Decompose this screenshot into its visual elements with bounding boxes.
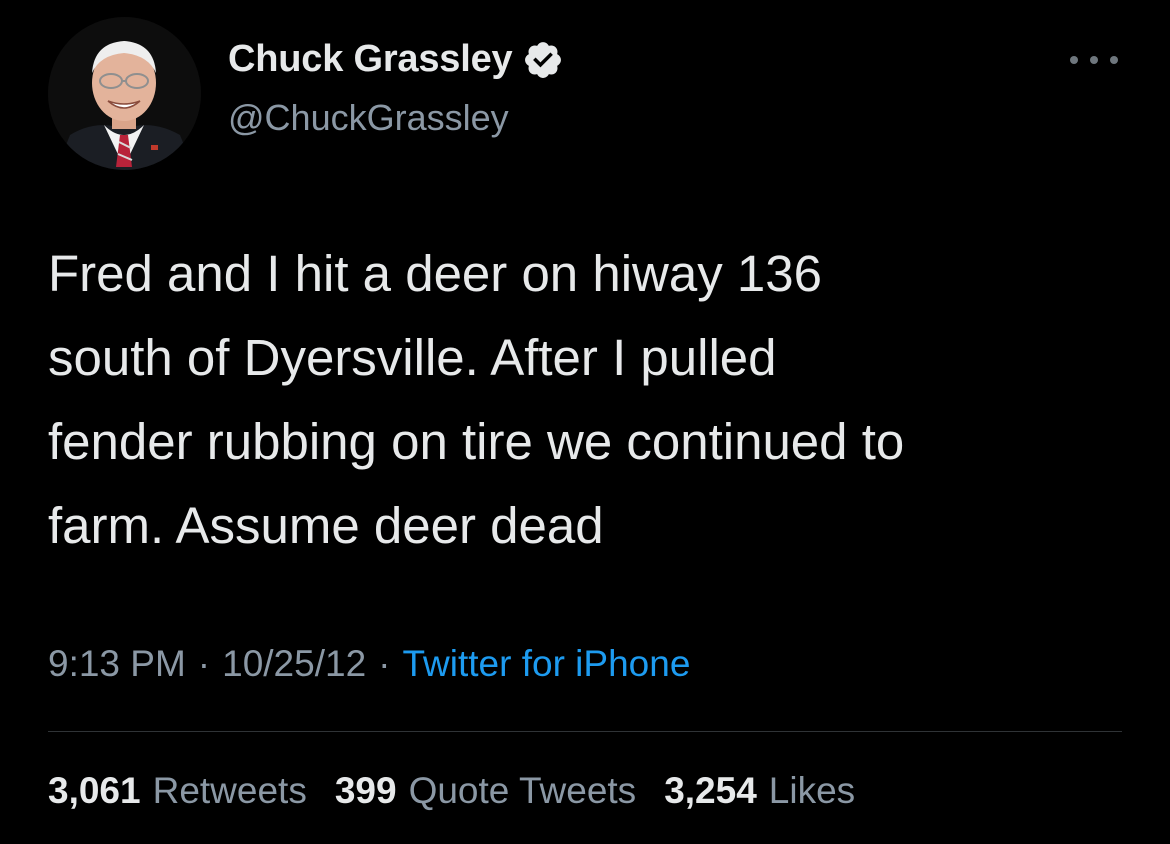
likes-stat[interactable]: 3,254 Likes: [664, 770, 855, 812]
retweets-stat[interactable]: 3,061 Retweets: [48, 770, 307, 812]
tweet-text: Fred and I hit a deer on hiway 136 south…: [48, 245, 905, 554]
verified-badge-icon: [525, 41, 562, 78]
meta-separator: ·: [378, 643, 391, 684]
more-dot: [1090, 56, 1098, 64]
likes-label: Likes: [768, 770, 856, 811]
quote-tweets-count: 399: [334, 770, 397, 811]
tweet-detail: Chuck Grassley @ChuckGrassley Fred and I…: [0, 0, 1170, 844]
tweet-time[interactable]: 9:13 PM: [48, 643, 186, 685]
meta-separator: ·: [197, 643, 211, 684]
more-dot: [1110, 56, 1118, 64]
more-options-icon[interactable]: [1070, 50, 1118, 70]
retweets-label: Retweets: [152, 770, 307, 811]
author-display-name[interactable]: Chuck Grassley: [228, 38, 513, 81]
engagement-stats: 3,061 Retweets 399 Quote Tweets 3,254 Li…: [48, 770, 883, 812]
tweet-source-link[interactable]: Twitter for iPhone: [402, 643, 690, 685]
quote-tweets-stat[interactable]: 399 Quote Tweets: [335, 770, 636, 812]
avatar-photo-icon: [48, 17, 201, 170]
author-handle[interactable]: @ChuckGrassley: [228, 97, 509, 139]
avatar[interactable]: [48, 17, 201, 170]
quote-tweets-label: Quote Tweets: [408, 770, 637, 811]
retweets-count: 3,061: [48, 770, 141, 811]
more-dot: [1070, 56, 1078, 64]
likes-count: 3,254: [664, 770, 757, 811]
divider: [48, 731, 1122, 732]
tweet-metadata: 9:13 PM · 10/25/12 · Twitter for iPhone: [48, 643, 690, 685]
tweet-date[interactable]: 10/25/12: [222, 643, 366, 685]
author-name-row: Chuck Grassley: [228, 38, 564, 81]
